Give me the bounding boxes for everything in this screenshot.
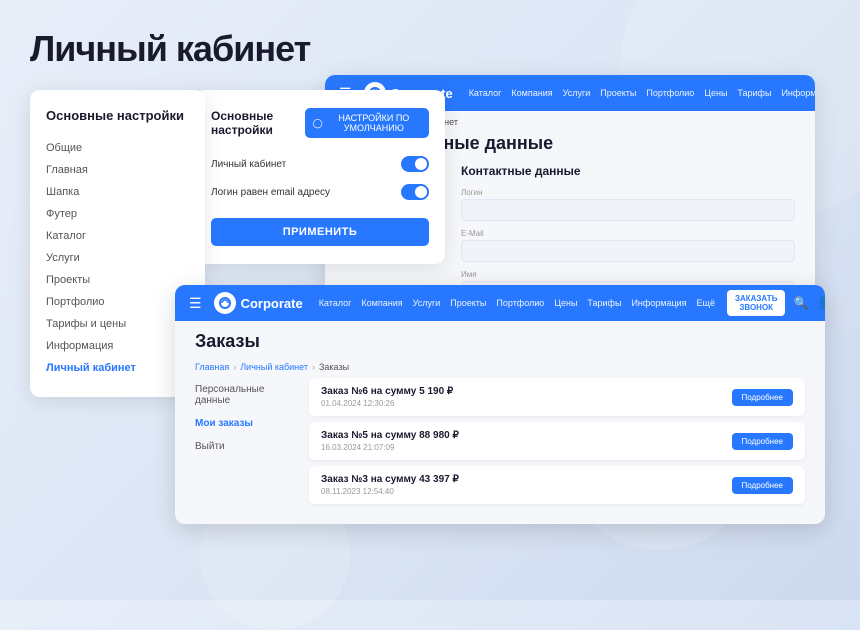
toggle-row: Личный кабинет: [211, 156, 429, 172]
toggle-switch[interactable]: [401, 156, 429, 172]
settings-icon: ◯: [313, 118, 323, 129]
settings-nav-item[interactable]: Шапка: [46, 181, 189, 203]
order-title: Заказ №5 на сумму 88 980 ₽: [321, 430, 459, 441]
apply-button[interactable]: ПРИМЕНИТЬ: [211, 218, 429, 246]
orders-sidebar-personal[interactable]: Персональные данные: [195, 378, 295, 412]
order-info: Заказ №5 на сумму 88 980 ₽ 16.03.2024 21…: [321, 430, 459, 452]
nav-link[interactable]: Компания: [511, 88, 552, 98]
settings-nav-item[interactable]: Тарифы и цены: [46, 313, 189, 335]
breadcrumb-home-2[interactable]: Главная: [195, 362, 229, 372]
default-settings-label: НАСТРОЙКИ ПО УМОЛЧАНИЮ: [327, 113, 421, 133]
order-item: Заказ №5 на сумму 88 980 ₽ 16.03.2024 21…: [309, 422, 805, 460]
settings-content-title: Основные настройки: [211, 109, 305, 137]
toggle-switch[interactable]: [401, 184, 429, 200]
nav-actions-2: ЗАКАЗАТЬ ЗВОНОК 🔍 👤: [727, 290, 825, 316]
settings-nav-list: ОбщиеГлавнаяШапкаФутерКаталогУслугиПроек…: [46, 137, 189, 379]
nav-link[interactable]: Тарифы: [587, 298, 621, 308]
toggle-list: Личный кабинет Логин равен email адресу: [211, 156, 429, 200]
email-label: E-Mail: [461, 229, 795, 238]
breadcrumb-cabinet-2[interactable]: Личный кабинет: [240, 362, 308, 372]
breadcrumb-orders-2: Заказы: [319, 362, 349, 372]
settings-nav-title: Основные настройки: [46, 108, 189, 123]
nav-link[interactable]: Проекты: [450, 298, 486, 308]
settings-content-panel: Основные настройки ◯ НАСТРОЙКИ ПО УМОЛЧА…: [195, 90, 445, 264]
settings-nav-item[interactable]: Футер: [46, 203, 189, 225]
settings-nav-item[interactable]: Общие: [46, 137, 189, 159]
settings-nav-item[interactable]: Портфолио: [46, 291, 189, 313]
login-label: Логин: [461, 188, 795, 197]
email-field: E-Mail: [461, 229, 795, 262]
toggle-row: Логин равен email адресу: [211, 184, 429, 200]
orders-page-title: Заказы: [175, 321, 825, 356]
nav-link[interactable]: Услуги: [413, 298, 441, 308]
order-title: Заказ №3 на сумму 43 397 ₽: [321, 474, 459, 485]
order-date: 01.04.2024 12:30:26: [321, 399, 453, 408]
order-info: Заказ №3 на сумму 43 397 ₽ 08.11.2023 12…: [321, 474, 459, 496]
nav-link[interactable]: Проекты: [600, 88, 636, 98]
nav-link[interactable]: Каталог: [319, 298, 352, 308]
logo-svg-2: [218, 296, 232, 310]
settings-content-header: Основные настройки ◯ НАСТРОЙКИ ПО УМОЛЧА…: [211, 108, 429, 138]
user-icon-2[interactable]: 👤: [816, 296, 825, 310]
search-icon-2[interactable]: 🔍: [793, 296, 808, 310]
settings-nav-item[interactable]: Информация: [46, 335, 189, 357]
orders-sidebar-myorders[interactable]: Мои заказы: [195, 412, 295, 435]
login-input[interactable]: [461, 199, 795, 221]
hamburger-icon-2[interactable]: ☰: [189, 295, 202, 312]
orders-list: Заказ №6 на сумму 5 190 ₽ 01.04.2024 12:…: [309, 378, 805, 510]
nav-links-1: Каталог Компания Услуги Проекты Портфолио Цен…: [469, 88, 815, 98]
navbar-2: ☰ Corporate Каталог Компания Услуги Проекты…: [175, 285, 825, 321]
settings-nav-item[interactable]: Услуги: [46, 247, 189, 269]
order-item: Заказ №6 на сумму 5 190 ₽ 01.04.2024 12:…: [309, 378, 805, 416]
logo-2[interactable]: Corporate: [214, 292, 303, 314]
contact-title: Контактные данные: [461, 164, 795, 178]
settings-nav-item[interactable]: Главная: [46, 159, 189, 181]
nav-link[interactable]: Ещё: [697, 298, 715, 308]
orders-layout: Персональные данные Мои заказы Выйти Зак…: [175, 378, 825, 524]
nav-link[interactable]: Цены: [554, 298, 577, 308]
orders-sidebar: Персональные данные Мои заказы Выйти: [195, 378, 295, 510]
order-title: Заказ №6 на сумму 5 190 ₽: [321, 386, 453, 397]
settings-nav-item[interactable]: Личный кабинет: [46, 357, 189, 379]
default-settings-button[interactable]: ◯ НАСТРОЙКИ ПО УМОЛЧАНИЮ: [305, 108, 429, 138]
orders-window: ☰ Corporate Каталог Компания Услуги Проекты…: [175, 285, 825, 524]
logo-text-2: Corporate: [241, 296, 303, 311]
orders-sidebar-logout[interactable]: Выйти: [195, 435, 295, 458]
order-date: 08.11.2023 12:54:40: [321, 487, 459, 496]
nav-link[interactable]: Компания: [361, 298, 402, 308]
toggle-label: Личный кабинет: [211, 159, 286, 170]
nav-link[interactable]: Информация: [631, 298, 686, 308]
nav-link[interactable]: Услуги: [563, 88, 591, 98]
email-input[interactable]: [461, 240, 795, 262]
nav-link[interactable]: Тарифы: [737, 88, 771, 98]
page-title: Личный кабинет: [30, 28, 310, 70]
toggle-label: Логин равен email адресу: [211, 187, 330, 198]
nav-link[interactable]: Портфолио: [646, 88, 694, 98]
order-item: Заказ №3 на сумму 43 397 ₽ 08.11.2023 12…: [309, 466, 805, 504]
name-label: Имя: [461, 270, 795, 279]
login-field: Логин: [461, 188, 795, 221]
order-detail-button[interactable]: Подробнее: [732, 389, 794, 406]
nav-links-2: Каталог Компания Услуги Проекты Портфолио Цен…: [319, 298, 715, 308]
order-detail-button[interactable]: Подробнее: [732, 477, 794, 494]
nav-link[interactable]: Информация: [781, 88, 815, 98]
order-info: Заказ №6 на сумму 5 190 ₽ 01.04.2024 12:…: [321, 386, 453, 408]
breadcrumb-2: Главная › Личный кабинет › Заказы: [175, 356, 825, 378]
nav-link[interactable]: Каталог: [469, 88, 502, 98]
call-button[interactable]: ЗАКАЗАТЬ ЗВОНОК: [727, 290, 785, 316]
settings-nav-item[interactable]: Каталог: [46, 225, 189, 247]
logo-icon-2: [214, 292, 236, 314]
order-detail-button[interactable]: Подробнее: [732, 433, 794, 450]
order-date: 16.03.2024 21:07:09: [321, 443, 459, 452]
settings-nav-item[interactable]: Проекты: [46, 269, 189, 291]
nav-link[interactable]: Портфолио: [496, 298, 544, 308]
nav-link[interactable]: Цены: [704, 88, 727, 98]
